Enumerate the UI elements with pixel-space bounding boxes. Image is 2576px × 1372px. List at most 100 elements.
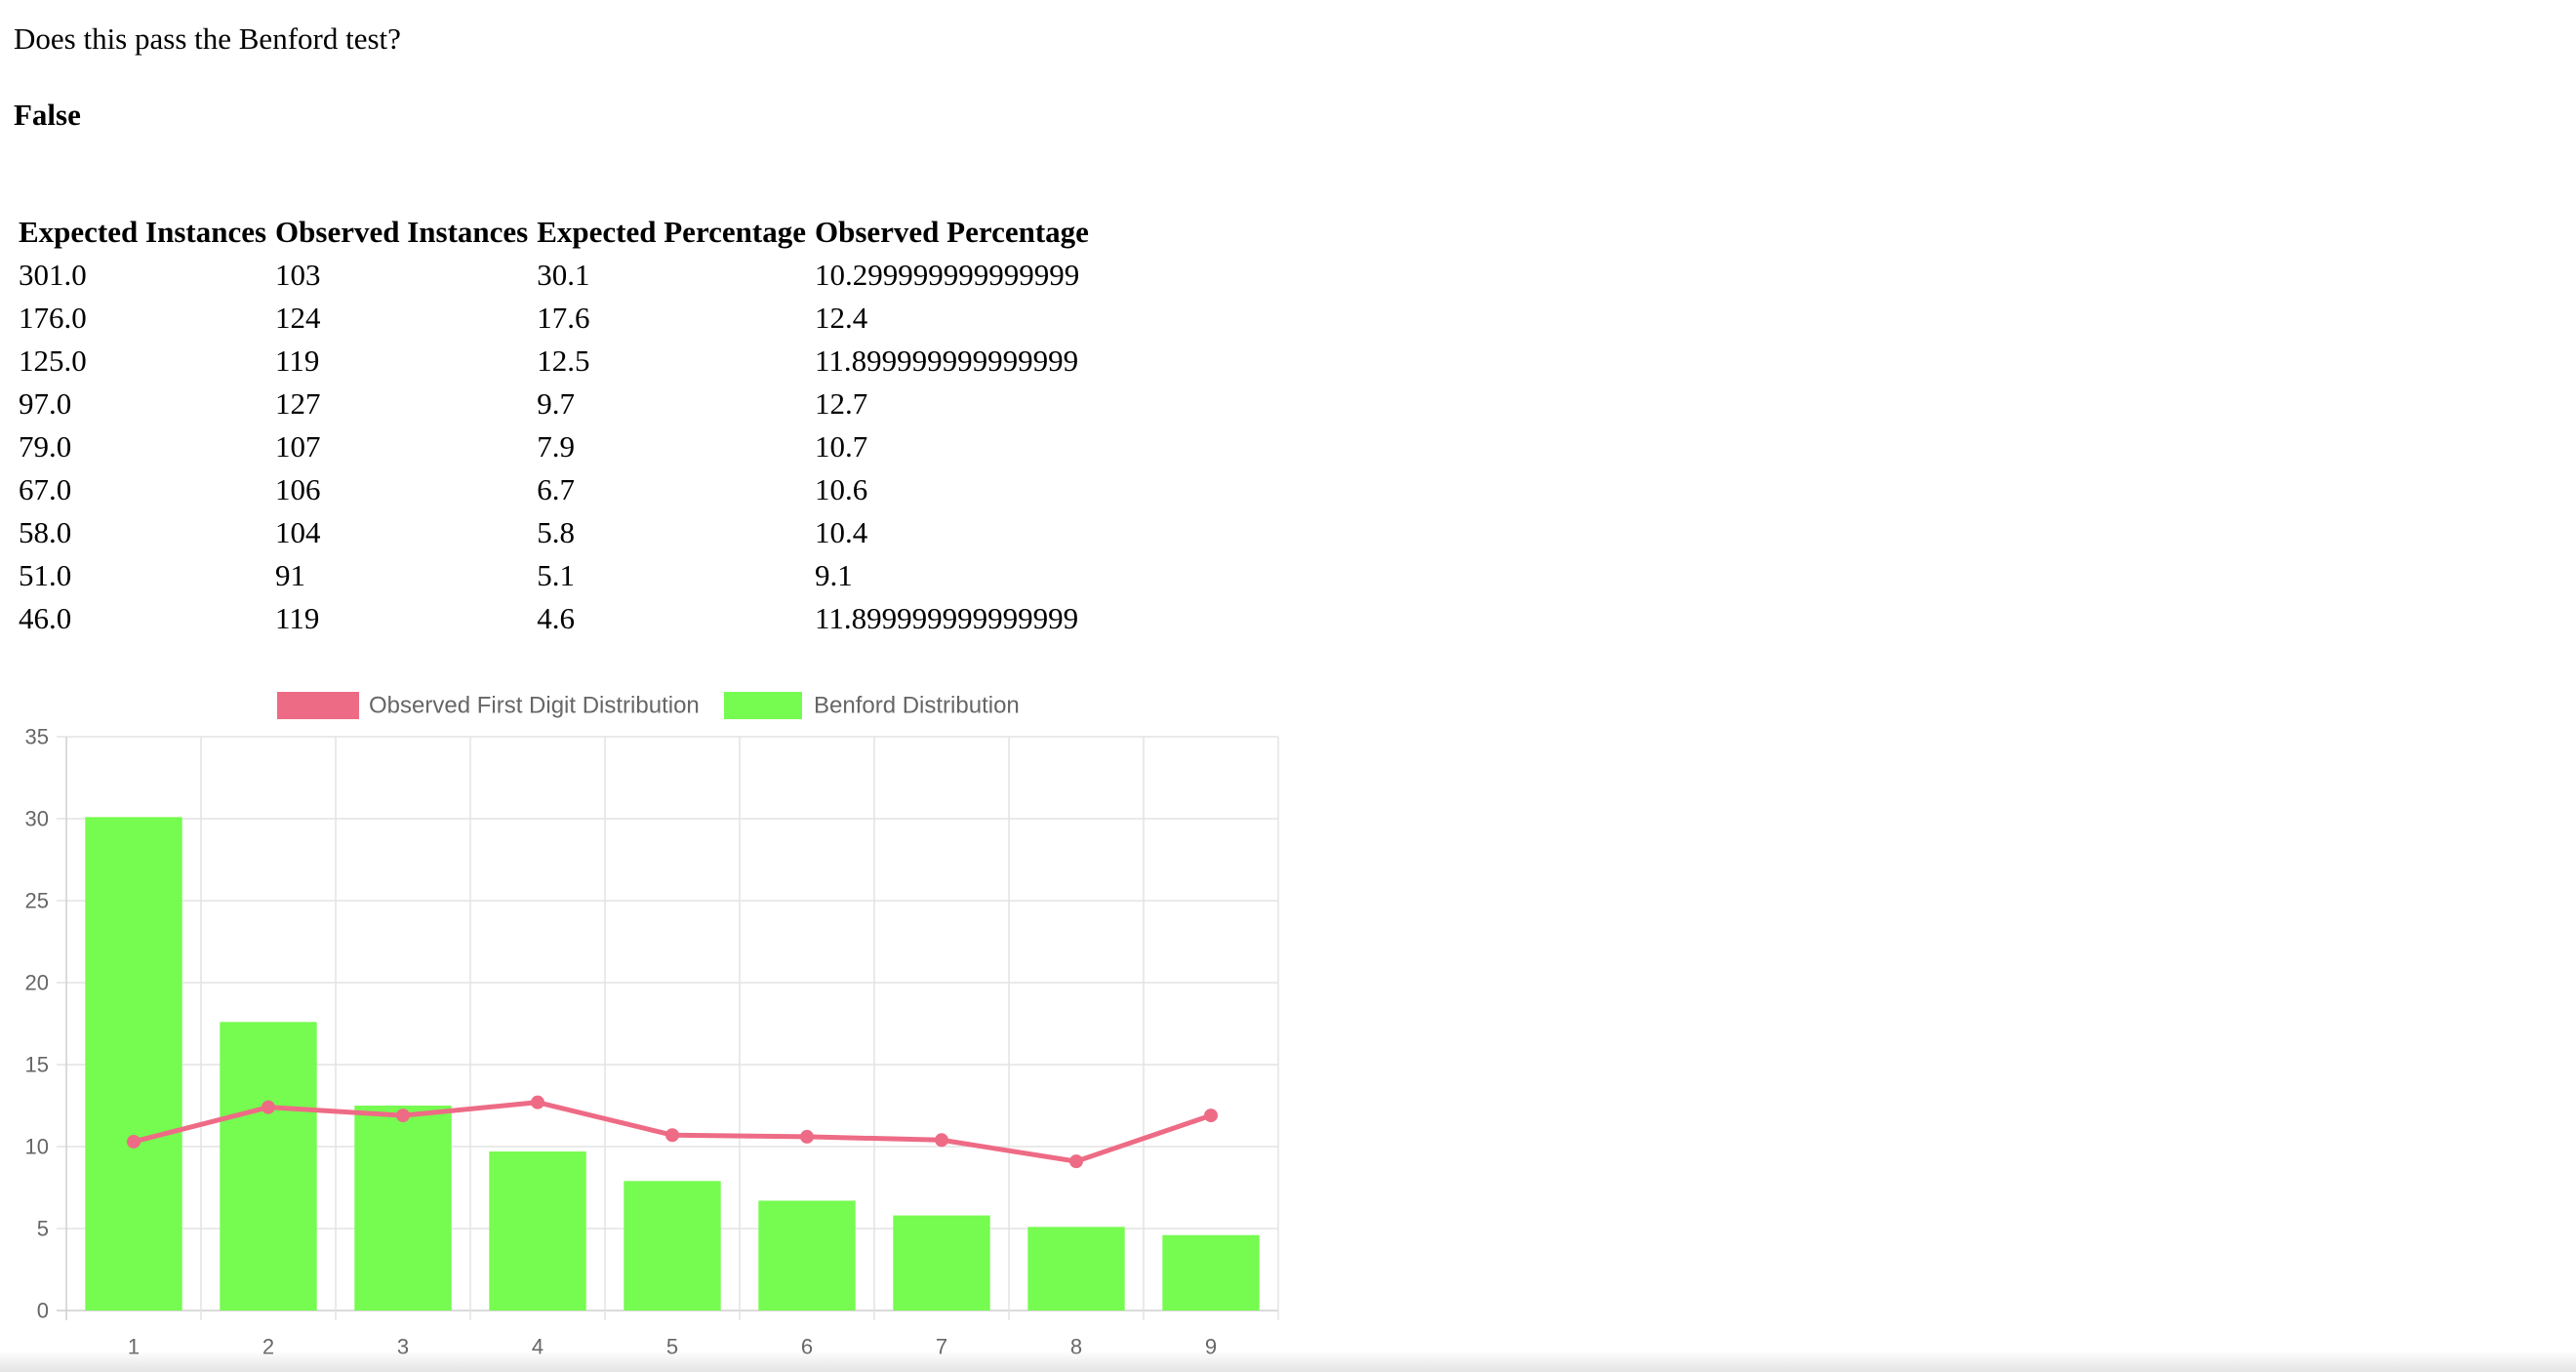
cell-observed-instances: 119 bbox=[275, 601, 320, 635]
result-text: False bbox=[14, 98, 81, 132]
cell-observed-percentage: 12.7 bbox=[814, 386, 868, 421]
x-tick-label: 2 bbox=[262, 1335, 274, 1359]
chart-canvas: Observed First Digit Distribution Benfor… bbox=[25, 692, 1279, 1359]
cell-expected-percentage: 5.1 bbox=[537, 558, 575, 592]
y-tick-label: 10 bbox=[25, 1135, 49, 1159]
header-expected-percentage: Expected Percentage bbox=[537, 215, 806, 249]
x-tick-label: 9 bbox=[1205, 1335, 1217, 1359]
table-row: 125.0 119 12.5 11.899999999999999 bbox=[14, 340, 1093, 383]
cell-observed-percentage: 10.7 bbox=[814, 429, 868, 464]
cell-expected-instances: 79.0 bbox=[19, 429, 72, 464]
table-row: 301.0 103 30.1 10.299999999999999 bbox=[14, 254, 1093, 297]
cell-observed-instances: 103 bbox=[275, 258, 321, 292]
cell-expected-instances: 97.0 bbox=[19, 386, 72, 421]
bar-benford[interactable] bbox=[489, 1151, 586, 1311]
x-tick-label: 8 bbox=[1070, 1335, 1082, 1359]
table-row: 58.0 104 5.8 10.4 bbox=[14, 511, 1093, 554]
cell-observed-instances: 107 bbox=[275, 429, 321, 464]
table-row: 176.0 124 17.6 12.4 bbox=[14, 297, 1093, 340]
cell-expected-percentage: 30.1 bbox=[537, 258, 590, 292]
cell-expected-percentage: 4.6 bbox=[537, 601, 575, 635]
legend-swatch-observed bbox=[277, 692, 359, 719]
chart-legend: Observed First Digit Distribution Benfor… bbox=[277, 692, 1020, 719]
point-observed[interactable] bbox=[665, 1128, 679, 1143]
bar-benford[interactable] bbox=[220, 1022, 317, 1311]
legend-item-observed[interactable]: Observed First Digit Distribution bbox=[277, 692, 700, 719]
point-observed[interactable] bbox=[396, 1109, 410, 1123]
point-observed[interactable] bbox=[531, 1095, 544, 1110]
bar-benford[interactable] bbox=[85, 817, 182, 1311]
x-tick-label: 3 bbox=[397, 1335, 409, 1359]
cell-expected-instances: 67.0 bbox=[19, 472, 72, 506]
table-row: 46.0 119 4.6 11.899999999999999 bbox=[14, 597, 1093, 640]
point-observed[interactable] bbox=[800, 1129, 814, 1144]
y-tick-label: 30 bbox=[25, 807, 49, 831]
bar-benford[interactable] bbox=[354, 1106, 452, 1311]
y-tick-label: 5 bbox=[37, 1217, 49, 1241]
legend-label-observed: Observed First Digit Distribution bbox=[369, 693, 700, 719]
point-observed[interactable] bbox=[1069, 1154, 1083, 1169]
point-observed[interactable] bbox=[262, 1100, 275, 1114]
cell-expected-instances: 51.0 bbox=[19, 558, 72, 592]
cell-expected-instances: 125.0 bbox=[19, 343, 87, 378]
header-observed-instances: Observed Instances bbox=[275, 215, 529, 249]
point-observed[interactable] bbox=[935, 1133, 948, 1148]
cell-observed-percentage: 11.899999999999999 bbox=[814, 601, 1079, 635]
cell-observed-instances: 124 bbox=[275, 301, 321, 335]
cell-expected-percentage: 12.5 bbox=[537, 343, 590, 378]
table-row: 79.0 107 7.9 10.7 bbox=[14, 425, 1093, 468]
table-row: 51.0 91 5.1 9.1 bbox=[14, 554, 1093, 597]
x-tick-label: 1 bbox=[128, 1335, 140, 1359]
cell-expected-percentage: 7.9 bbox=[537, 429, 575, 464]
y-tick-label: 15 bbox=[25, 1053, 49, 1077]
x-tick-label: 4 bbox=[532, 1335, 543, 1359]
benford-chart: Observed First Digit Distribution Benfor… bbox=[0, 673, 1288, 1372]
bar-benford[interactable] bbox=[758, 1200, 856, 1311]
y-tick-label: 35 bbox=[25, 725, 49, 749]
legend-item-benford[interactable]: Benford Distribution bbox=[724, 692, 1020, 719]
cell-observed-percentage: 10.299999999999999 bbox=[814, 258, 1080, 292]
x-tick-label: 7 bbox=[936, 1335, 947, 1359]
x-tick-label: 5 bbox=[666, 1335, 678, 1359]
y-tick-label: 25 bbox=[25, 889, 49, 913]
bar-benford[interactable] bbox=[1027, 1227, 1125, 1311]
cell-expected-instances: 58.0 bbox=[19, 515, 72, 549]
cell-expected-instances: 46.0 bbox=[19, 601, 72, 635]
y-tick-label: 0 bbox=[37, 1299, 49, 1323]
question-text: Does this pass the Benford test? bbox=[14, 21, 401, 56]
cell-expected-instances: 301.0 bbox=[19, 258, 87, 292]
y-axis: 0 5 10 15 20 25 30 35 bbox=[25, 725, 49, 1323]
cell-observed-instances: 91 bbox=[275, 558, 306, 592]
benford-table: Expected Instances Observed Instances Ex… bbox=[14, 211, 1093, 640]
table-header-row: Expected Instances Observed Instances Ex… bbox=[14, 211, 1093, 254]
cell-observed-instances: 127 bbox=[275, 386, 321, 421]
cell-expected-percentage: 9.7 bbox=[537, 386, 575, 421]
header-expected-instances: Expected Instances bbox=[19, 215, 267, 249]
cell-observed-percentage: 9.1 bbox=[814, 558, 853, 592]
cell-observed-instances: 119 bbox=[275, 343, 320, 378]
header-observed-percentage: Observed Percentage bbox=[814, 215, 1089, 249]
bar-benford[interactable] bbox=[1162, 1234, 1260, 1311]
cell-expected-percentage: 6.7 bbox=[537, 472, 575, 506]
x-tick-label: 6 bbox=[801, 1335, 813, 1359]
cell-observed-percentage: 10.6 bbox=[814, 472, 868, 506]
table-row: 67.0 106 6.7 10.6 bbox=[14, 468, 1093, 511]
bar-benford[interactable] bbox=[893, 1215, 990, 1311]
cell-observed-percentage: 12.4 bbox=[814, 301, 868, 335]
cell-observed-instances: 104 bbox=[275, 515, 321, 549]
point-observed[interactable] bbox=[127, 1134, 141, 1149]
bar-benford[interactable] bbox=[624, 1181, 721, 1311]
table-row: 97.0 127 9.7 12.7 bbox=[14, 383, 1093, 425]
cell-expected-percentage: 5.8 bbox=[537, 515, 575, 549]
legend-swatch-benford bbox=[724, 692, 802, 719]
cell-observed-percentage: 10.4 bbox=[814, 515, 868, 549]
cell-expected-instances: 176.0 bbox=[19, 301, 87, 335]
y-tick-label: 20 bbox=[25, 971, 49, 995]
cell-expected-percentage: 17.6 bbox=[537, 301, 590, 335]
cell-observed-percentage: 11.899999999999999 bbox=[814, 343, 1079, 378]
legend-label-benford: Benford Distribution bbox=[814, 693, 1020, 719]
x-axis: 1 2 3 4 5 6 7 8 9 bbox=[128, 1335, 1217, 1359]
point-observed[interactable] bbox=[1204, 1109, 1218, 1123]
cell-observed-instances: 106 bbox=[275, 472, 321, 506]
bar-series-benford bbox=[85, 817, 1260, 1311]
